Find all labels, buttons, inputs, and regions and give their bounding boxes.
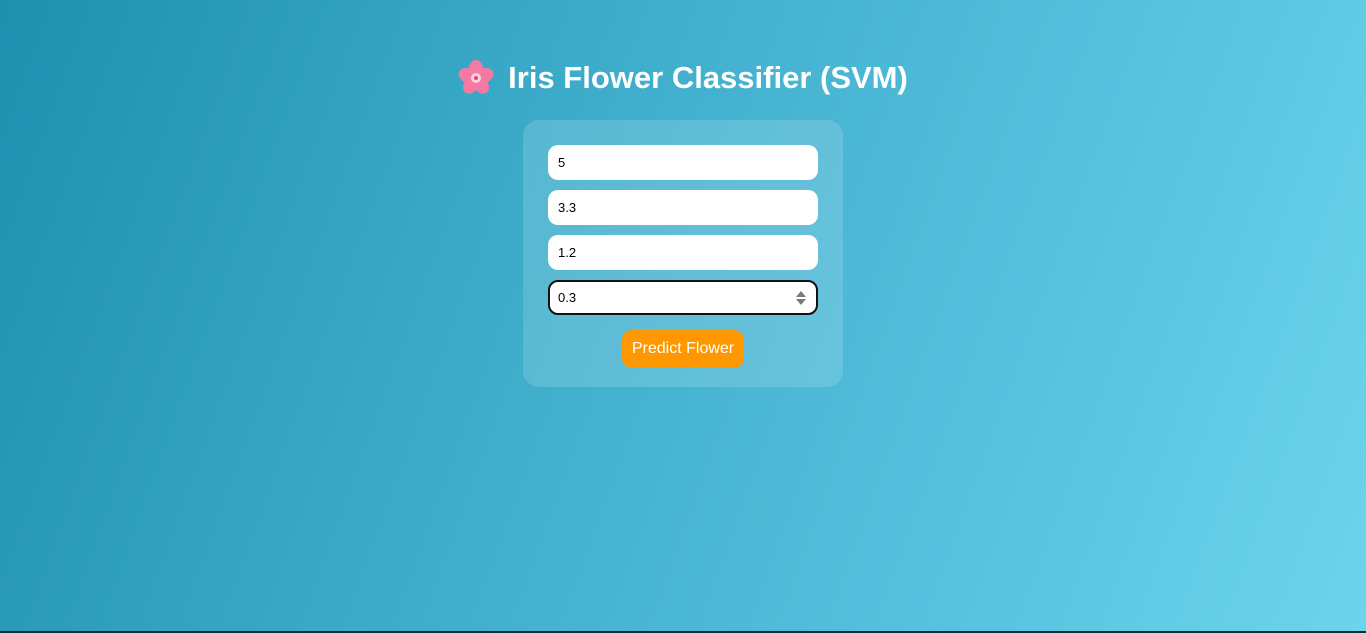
predict-flower-button[interactable]: Predict Flower (622, 330, 744, 368)
page-header: Iris Flower Classifier (SVM) (0, 58, 1366, 98)
prediction-form: Predict Flower (523, 120, 843, 387)
petal-width-input[interactable] (548, 280, 818, 315)
petal-length-input[interactable] (548, 235, 818, 270)
number-spinner-icon[interactable] (795, 289, 807, 307)
sepal-width-input[interactable] (548, 190, 818, 225)
sepal-length-input[interactable] (548, 145, 818, 180)
cherry-blossom-icon (458, 60, 494, 94)
page-title: Iris Flower Classifier (SVM) (508, 60, 908, 95)
